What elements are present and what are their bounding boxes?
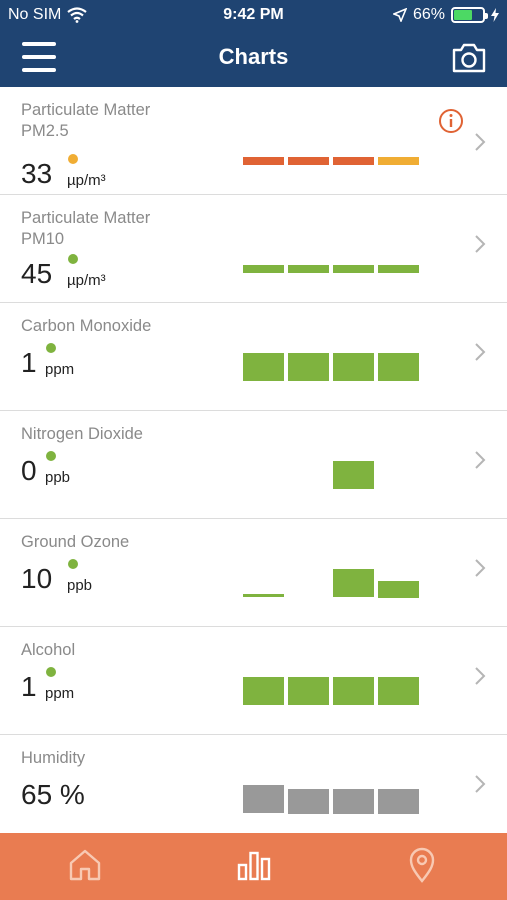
location-arrow-icon (392, 8, 407, 22)
sensor-row[interactable]: Ground Ozone 10 ppb (0, 519, 507, 627)
page-title: Charts (218, 44, 289, 69)
sensor-row[interactable]: Particulate Matter PM10 45 µp/m³ (0, 195, 507, 303)
mini-bar (243, 157, 284, 165)
sensor-row[interactable]: Nitrogen Dioxide 0 ppb (0, 411, 507, 519)
sensor-value: 65 % (21, 779, 85, 810)
home-icon[interactable] (65, 845, 105, 885)
mini-bar (243, 785, 284, 813)
mini-bar (333, 677, 374, 705)
status-right: 66% (392, 6, 499, 24)
status-dot (68, 559, 78, 569)
status-dot (68, 254, 78, 264)
sensor-name: Carbon Monoxide (21, 317, 152, 335)
sensor-unit: µp/m³ (67, 172, 106, 189)
sensor-value: 33 (21, 158, 53, 189)
chevron-right-icon[interactable] (473, 131, 487, 153)
mini-bar (378, 353, 419, 381)
sensor-value: 1 (21, 671, 37, 702)
chevron-right-icon[interactable] (473, 773, 487, 795)
chevron-right-icon[interactable] (473, 341, 487, 363)
mini-bar-chart (243, 735, 423, 833)
sensor-unit: ppm (45, 685, 75, 702)
mini-bar (333, 265, 374, 273)
bar-chart-icon[interactable] (234, 845, 274, 885)
status-dot (46, 451, 56, 461)
mini-bar-chart (243, 627, 423, 735)
battery-icon (451, 7, 488, 23)
sensor-row[interactable]: Alcohol 1 ppm (0, 627, 507, 735)
top-bar: No SIM 9:42 PM 66% Charts (0, 0, 507, 87)
status-dot (46, 667, 56, 677)
mini-bar (378, 789, 419, 814)
mini-bar-chart (243, 87, 423, 195)
sensor-value: 0 (21, 455, 37, 486)
mini-bar (333, 353, 374, 381)
chevron-right-icon[interactable] (473, 449, 487, 471)
info-icon[interactable] (438, 108, 464, 134)
battery-percent: 66% (412, 6, 445, 23)
mini-bar (288, 353, 329, 381)
mini-bar-chart (243, 519, 423, 627)
nav-bar: Charts (0, 30, 507, 87)
sensor-name: Alcohol (21, 641, 76, 659)
sensor-unit: µp/m³ (67, 272, 106, 289)
camera-icon[interactable] (451, 42, 487, 74)
mini-bar (243, 594, 284, 597)
sensor-list: Particulate Matter PM2.5 33 µp/m³ Particula… (0, 87, 507, 833)
mini-bar (378, 265, 419, 273)
mini-bar (378, 677, 419, 705)
sensor-row[interactable]: Carbon Monoxide 1 ppm (0, 303, 507, 411)
tab-bar (0, 833, 507, 900)
chevron-right-icon[interactable] (473, 665, 487, 687)
sensor-name: Ground Ozone (21, 533, 130, 551)
mini-bar (288, 789, 329, 814)
mini-bar (333, 789, 374, 814)
mini-bar (243, 265, 284, 273)
sensor-unit: ppm (45, 361, 75, 378)
charging-bolt-icon (491, 8, 499, 22)
status-dot (68, 154, 78, 164)
mini-bar (288, 265, 329, 273)
mini-bar (333, 157, 374, 165)
sensor-value: 45 (21, 258, 53, 289)
mini-bar (243, 677, 284, 705)
sensor-row[interactable]: Particulate Matter PM2.5 33 µp/m³ (0, 87, 507, 195)
sensor-name: Particulate Matter PM10 (21, 209, 151, 248)
chevron-right-icon[interactable] (473, 233, 487, 255)
mini-bar (378, 581, 419, 598)
sensor-unit: ppb (45, 469, 71, 486)
sensor-value: 10 (21, 563, 53, 594)
chevron-right-icon[interactable] (473, 557, 487, 579)
mini-bar-chart (243, 195, 423, 303)
mini-bar (243, 353, 284, 381)
mini-bar (333, 461, 374, 489)
mini-bar-chart (243, 411, 423, 519)
sensor-row[interactable]: Humidity 65 % (0, 735, 507, 833)
status-dot (46, 343, 56, 353)
mini-bar (288, 677, 329, 705)
status-bar: No SIM 9:42 PM 66% (0, 0, 507, 30)
mini-bar (378, 157, 419, 165)
sensor-name: Nitrogen Dioxide (21, 425, 143, 443)
mini-bar-chart (243, 303, 423, 411)
mini-bar (333, 569, 374, 597)
mini-bar (288, 157, 329, 165)
sensor-name: Particulate Matter PM2.5 (21, 101, 151, 140)
sensor-value: 1 (21, 347, 37, 378)
location-pin-icon[interactable] (402, 845, 442, 885)
sensor-unit: ppb (67, 577, 93, 594)
sensor-name: Humidity (21, 749, 86, 767)
